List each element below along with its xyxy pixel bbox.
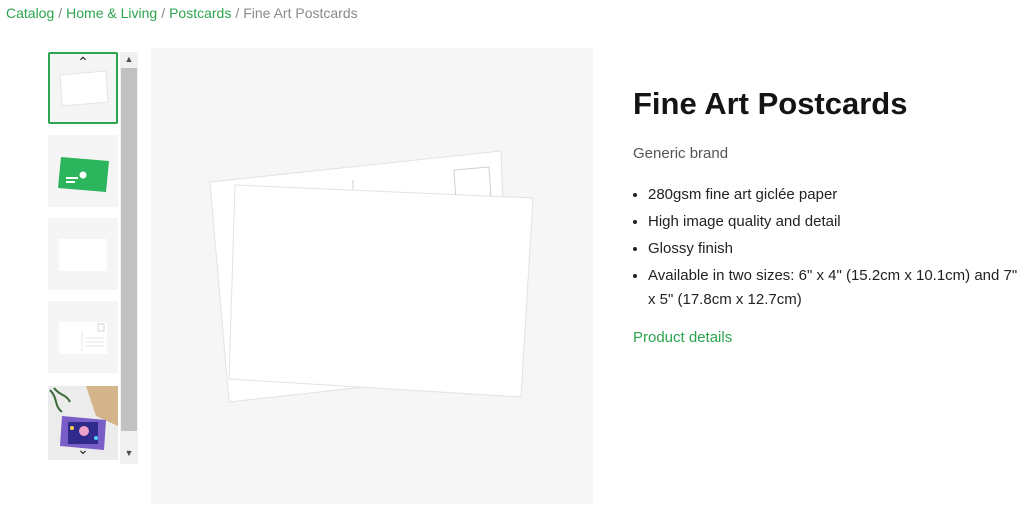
breadcrumb: Catalog / Home & Living / Postcards / Fine Art…	[6, 5, 358, 21]
postcard-blank-image	[59, 239, 107, 271]
breadcrumb-catalog[interactable]: Catalog	[6, 5, 54, 21]
chevron-down-icon[interactable]: ⌄	[77, 442, 89, 456]
product-features: 280gsm fine art giclée paper High image …	[633, 183, 1024, 315]
breadcrumb-postcards[interactable]: Postcards	[169, 5, 231, 21]
thumbnail-4-postcard-back[interactable]	[48, 301, 118, 373]
feature-item: Glossy finish	[648, 237, 1024, 261]
thumbnail-5-lifestyle-photo[interactable]: ⌄	[48, 386, 118, 460]
product-brand: Generic brand	[633, 145, 729, 162]
scrollbar-thumb[interactable]	[121, 68, 137, 431]
thumbnail-list: ⌃ ⌄	[48, 52, 120, 460]
thumbnail-1-postcard-front[interactable]: ⌃	[48, 52, 118, 124]
feature-item: High image quality and detail	[648, 210, 1024, 234]
feature-item: Available in two sizes: 6" x 4" (15.2cm …	[648, 264, 1024, 312]
thumbnail-scrollbar[interactable]: ▲ ▼	[120, 52, 138, 464]
breadcrumb-home-living[interactable]: Home & Living	[66, 5, 157, 21]
green-postcard-image	[58, 157, 109, 192]
postcards-illustration	[209, 150, 534, 403]
breadcrumb-separator: /	[235, 5, 240, 21]
breadcrumb-separator: /	[58, 5, 63, 21]
product-title: Fine Art Postcards	[633, 86, 908, 121]
thumbnail-3-postcard-blank[interactable]	[48, 218, 118, 290]
breadcrumb-separator: /	[161, 5, 166, 21]
thumbnail-2-green-postcard[interactable]	[48, 135, 118, 207]
breadcrumb-current: Fine Art Postcards	[243, 5, 358, 21]
postcard-back-image	[59, 322, 107, 354]
product-details-link[interactable]: Product details	[633, 329, 732, 346]
scroll-down-arrow-icon[interactable]: ▼	[120, 446, 138, 460]
scroll-up-arrow-icon[interactable]: ▲	[120, 52, 138, 66]
chevron-up-icon[interactable]: ⌃	[77, 55, 89, 69]
feature-item: 280gsm fine art giclée paper	[648, 183, 1024, 207]
main-product-image	[151, 48, 593, 504]
